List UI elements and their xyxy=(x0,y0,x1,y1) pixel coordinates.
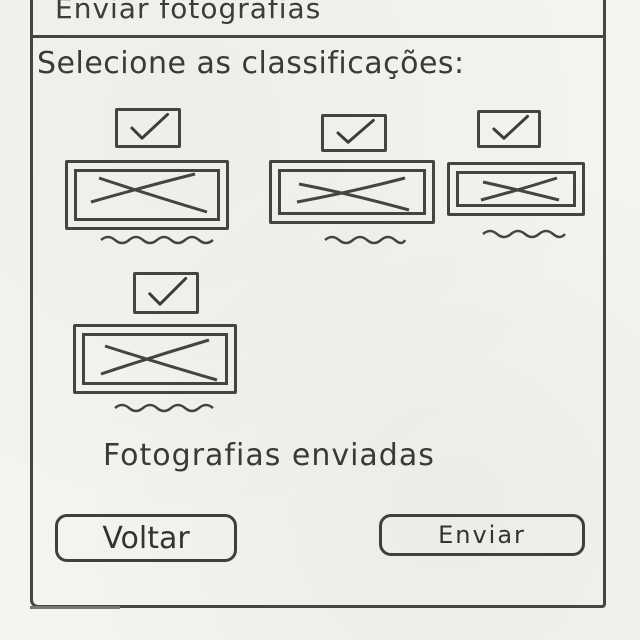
image-placeholder-icon xyxy=(90,172,208,214)
photo-caption-squiggle xyxy=(482,229,566,239)
photo-checkbox[interactable] xyxy=(477,110,541,148)
back-button[interactable]: Voltar xyxy=(55,514,237,562)
photo-thumbnail[interactable] xyxy=(65,160,229,230)
photo-checkbox[interactable] xyxy=(133,272,199,314)
window-title: Enviar fotografias xyxy=(55,0,322,25)
photo-thumbnail[interactable] xyxy=(447,162,585,216)
sketch-stroke-decoration xyxy=(30,606,120,609)
checkmark-icon xyxy=(148,276,188,306)
photo-caption-squiggle xyxy=(114,403,214,413)
checkmark-icon xyxy=(130,112,170,140)
status-message: Fotografias enviadas xyxy=(103,438,435,473)
checkmark-icon xyxy=(336,118,375,144)
instruction-label: Selecione as classificações: xyxy=(37,46,465,81)
image-placeholder-icon xyxy=(296,176,410,212)
image-placeholder-icon xyxy=(480,176,560,202)
photo-thumbnail[interactable] xyxy=(269,160,435,224)
photo-thumbnail[interactable] xyxy=(73,324,237,394)
photo-checkbox[interactable] xyxy=(115,108,181,148)
photo-caption-squiggle xyxy=(100,235,214,245)
send-button[interactable]: Enviar xyxy=(379,514,585,556)
title-bar: Enviar fotografias xyxy=(33,0,603,38)
image-placeholder-icon xyxy=(100,338,218,382)
checkmark-icon xyxy=(492,114,529,140)
photo-caption-squiggle xyxy=(324,235,407,245)
photo-checkbox[interactable] xyxy=(321,114,387,152)
app-window: Enviar fotografias Selecione as classifi… xyxy=(30,0,606,608)
